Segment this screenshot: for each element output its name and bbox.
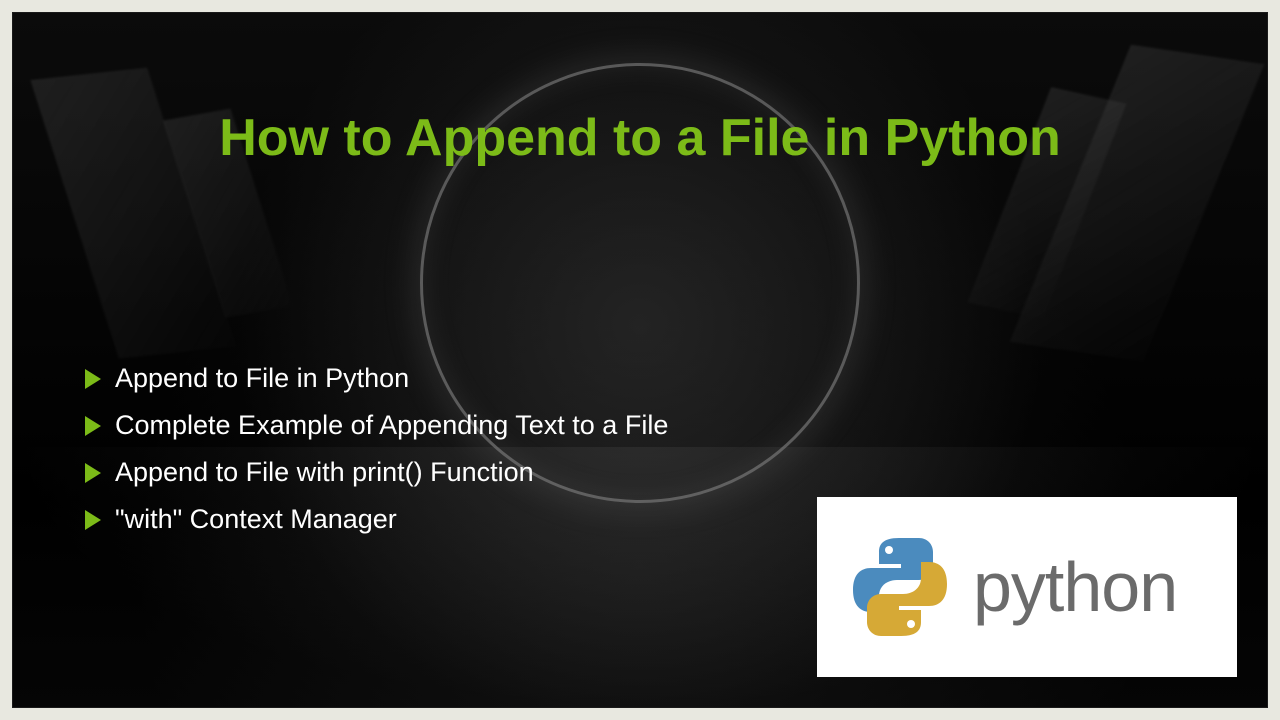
triangle-icon — [85, 416, 101, 436]
triangle-icon — [85, 369, 101, 389]
bullet-text: "with" Context Manager — [115, 504, 397, 535]
bullet-list: Append to File in Python Complete Exampl… — [85, 363, 668, 551]
bullet-item: Append to File in Python — [85, 363, 668, 394]
bullet-text: Append to File in Python — [115, 363, 409, 394]
bullet-text: Complete Example of Appending Text to a … — [115, 410, 668, 441]
bullet-item: Append to File with print() Function — [85, 457, 668, 488]
python-icon — [845, 532, 955, 642]
python-logo-text: python — [973, 547, 1177, 627]
bullet-item: "with" Context Manager — [85, 504, 668, 535]
triangle-icon — [85, 510, 101, 530]
slide-frame: How to Append to a File in Python Append… — [12, 12, 1268, 708]
slide-title: How to Append to a File in Python — [13, 108, 1267, 168]
triangle-icon — [85, 463, 101, 483]
bullet-item: Complete Example of Appending Text to a … — [85, 410, 668, 441]
bullet-text: Append to File with print() Function — [115, 457, 534, 488]
python-logo-box: python — [817, 497, 1237, 677]
